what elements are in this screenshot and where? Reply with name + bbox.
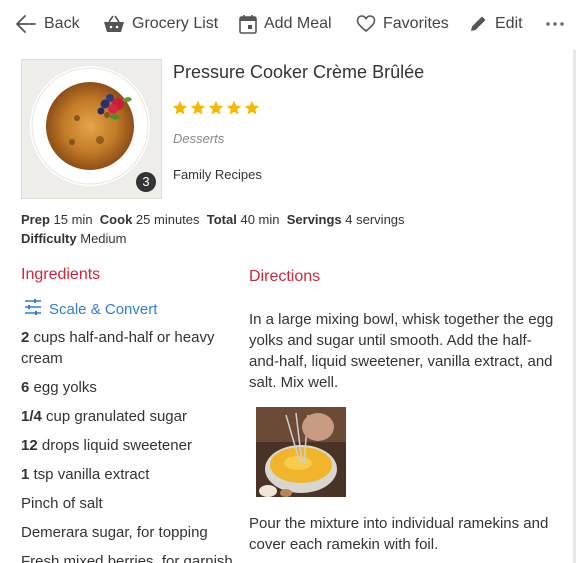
ingredient-item: 6 egg yolks [21,379,97,396]
direction-step: In a large mixing bowl, whisk together t… [249,311,554,391]
ingredient-item: 1 tsp vanilla extract [21,466,150,483]
ingredient-item: 12 drops liquid sweetener [21,437,192,454]
directions-heading: Directions [249,268,321,285]
whisking-eggs-image [256,407,346,497]
ingredient-item: 1/4 cup granulated sugar [21,408,187,425]
step-photo[interactable] [256,407,346,497]
ingredient-item: Fresh mixed berries, for garnish [21,553,233,563]
direction-step: Pour the mixture into individual ramekin… [249,515,549,553]
ingredient-item: Pinch of salt [21,495,103,512]
ingredient-item: 2 cups half-and-half or heavy cream [21,329,215,367]
ingredient-item: Demerara sugar, for topping [21,524,208,541]
